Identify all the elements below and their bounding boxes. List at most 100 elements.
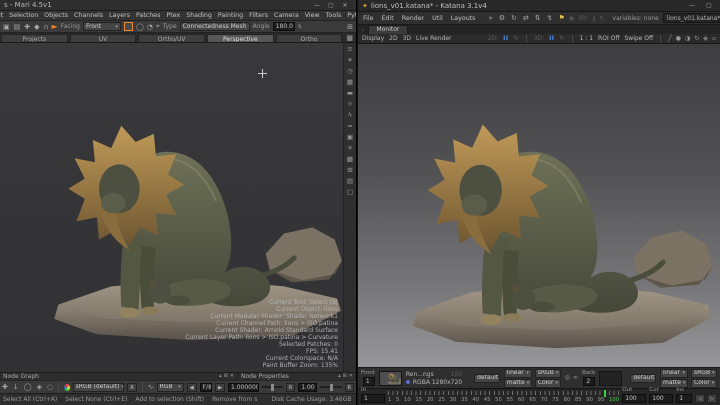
back-pass-number[interactable]: 2 [583, 377, 595, 386]
lighting-icon[interactable]: ✶ [347, 57, 352, 64]
mari-3d-viewport[interactable]: Current Tool: Select (S)Current Object: … [0, 43, 356, 372]
menu-item[interactable]: Painting [215, 12, 246, 19]
menu-lines-icon[interactable]: ≡ [347, 46, 352, 53]
gamma-field[interactable]: 1.00 [298, 383, 317, 392]
loop-2d-icon[interactable]: ↻ [514, 35, 519, 42]
palette-icon[interactable]: ▤ [347, 178, 353, 185]
render-refresh-icon[interactable]: ↻ [511, 14, 517, 22]
infinite-icon[interactable]: ∞ [573, 375, 578, 381]
refresh-icon[interactable]: ↻ [694, 36, 699, 42]
step-forward-icon[interactable]: ▷ [707, 394, 717, 403]
half-circle-icon[interactable]: ◑ [685, 36, 690, 42]
scene-file-dropdown[interactable]: lions_v01.katana* [663, 13, 720, 23]
lasso-select-icon[interactable]: ◯ [136, 23, 144, 31]
close-project-icon[interactable]: ▣ [3, 23, 10, 31]
roi-dropdown[interactable]: ROI Off [598, 35, 619, 42]
katana-monitor-viewport[interactable] [358, 44, 720, 367]
facing-dropdown[interactable]: Front [83, 22, 121, 31]
menu-item[interactable]: Channels [71, 12, 106, 19]
close-button[interactable]: ✕ [338, 2, 352, 9]
frame-all-icon[interactable]: ◯ [24, 383, 32, 391]
back-display-dropdown[interactable]: sRGB [691, 369, 717, 378]
split-panel-icon[interactable]: ⊞ [224, 374, 228, 379]
shader-icon[interactable]: ϟ [348, 112, 352, 119]
loop-3d-icon[interactable]: ↻ [560, 35, 565, 42]
variables-dropdown[interactable]: variables: none [613, 15, 659, 22]
display-properties-icon[interactable]: ⊞ [347, 23, 353, 31]
swap-icon[interactable]: ⇄ [523, 14, 529, 22]
pixel-probe-icon[interactable]: ◈ [703, 36, 708, 42]
back-channel-dropdown[interactable]: Color [691, 379, 717, 388]
in-frame-field[interactable]: 1 [361, 394, 385, 403]
shelf-icon[interactable]: ▬ [347, 90, 353, 97]
back-pass-thumbnail[interactable] [599, 371, 622, 386]
drop-node-icon[interactable]: ↓ [13, 383, 19, 391]
channels-icon[interactable]: ≈ [347, 123, 352, 130]
maximize-button[interactable]: ▢ [702, 2, 716, 9]
front-channel-dropdown[interactable]: Color [535, 379, 561, 388]
next-stop-button[interactable]: ▶ [215, 383, 225, 392]
flag-icon[interactable]: ⚑ [559, 14, 565, 22]
zoom-ratio-dropdown[interactable]: 1 : 1 [580, 35, 593, 42]
view-tab[interactable]: Ortho/UV [138, 34, 205, 42]
menu-item[interactable]: View [302, 12, 323, 19]
reset-exposure-button[interactable]: R [286, 383, 295, 392]
menu-item[interactable]: Selection [6, 12, 41, 19]
front-matte-dropdown[interactable]: matte [504, 379, 532, 388]
collapse-panel-icon[interactable]: ▴ [219, 374, 222, 379]
paint-select-icon[interactable]: ◔ [147, 23, 153, 31]
angle-spinner[interactable]: ⇅ [298, 24, 302, 30]
color-picker-icon[interactable] [64, 384, 70, 391]
menu-item[interactable]: Camera [271, 12, 302, 19]
image-manager-icon[interactable]: ▦ [347, 79, 353, 86]
close-panel-icon[interactable]: ✕ [230, 374, 234, 379]
pen-icon[interactable]: ╱ [668, 36, 672, 42]
marquee-select-icon[interactable] [124, 22, 133, 31]
back-view-dropdown[interactable]: default [630, 374, 656, 383]
playhead[interactable] [604, 390, 606, 397]
split-panel-icon[interactable]: ⊞ [343, 374, 347, 379]
monitor-tab[interactable]: Monitor [368, 25, 409, 34]
increment-field[interactable]: 1 [676, 394, 692, 403]
reset-gamma-button[interactable]: R [345, 383, 354, 392]
maximize-button[interactable]: ▢ [324, 2, 338, 9]
blank-panel-icon[interactable]: □ [347, 189, 353, 196]
out-frame-field[interactable]: 100 [622, 394, 646, 403]
history-icon[interactable]: ◷ [347, 68, 353, 75]
histogram-icon[interactable]: ∿ [148, 383, 154, 391]
swipe-dropdown[interactable]: Swipe Off [624, 35, 653, 42]
collapse-panel-icon[interactable]: ▴ [338, 374, 341, 379]
close-panel-icon[interactable]: ✕ [349, 374, 353, 379]
objects-icon[interactable]: ◆ [34, 23, 39, 31]
prev-stop-button[interactable]: ◀ [187, 383, 197, 392]
menu-item[interactable]: Filters [246, 12, 271, 19]
view-tab[interactable]: Perspective [207, 34, 274, 42]
step-back-icon[interactable]: ◁ [695, 394, 705, 403]
fstop-field[interactable]: F/8 [200, 383, 213, 392]
front-display-dropdown[interactable]: sRGB [535, 369, 561, 378]
gear-icon[interactable]: ⚙ [499, 14, 505, 22]
overview-icon[interactable]: ◌ [47, 383, 53, 391]
front-pass-number[interactable]: 1 [363, 377, 375, 386]
angle-field[interactable]: 180.0 [273, 22, 295, 31]
menu-item[interactable]: Render [401, 15, 425, 22]
menu-item[interactable]: File [362, 15, 375, 22]
compare-icon[interactable]: ◎ [565, 375, 570, 381]
patches-icon[interactable]: ✳ [347, 145, 352, 152]
view-tab[interactable]: UV [70, 34, 137, 42]
menu-item[interactable]: Util [431, 15, 444, 22]
channel-dropdown[interactable]: RGB [157, 383, 184, 392]
node-graph-tab[interactable]: Node Graph [3, 373, 39, 380]
lights-icon[interactable]: ☼ [347, 101, 353, 108]
front-transfer-dropdown[interactable]: linear [504, 369, 532, 378]
menu-item[interactable]: Shading [183, 12, 215, 19]
exposure-field[interactable]: 1.000000 [228, 383, 259, 392]
magic-wand-icon[interactable]: ⌖ [156, 22, 160, 31]
add-channel-icon[interactable]: ✚ [24, 23, 30, 31]
front-view-dropdown[interactable]: default [474, 374, 500, 383]
headset-help-icon[interactable]: ∩ [44, 23, 49, 31]
view-tab[interactable]: Ortho [276, 34, 343, 42]
exposure-slider[interactable] [262, 386, 283, 388]
sync-icon[interactable]: ⇅ [535, 14, 541, 22]
layers-icon[interactable]: ▣ [347, 134, 353, 141]
